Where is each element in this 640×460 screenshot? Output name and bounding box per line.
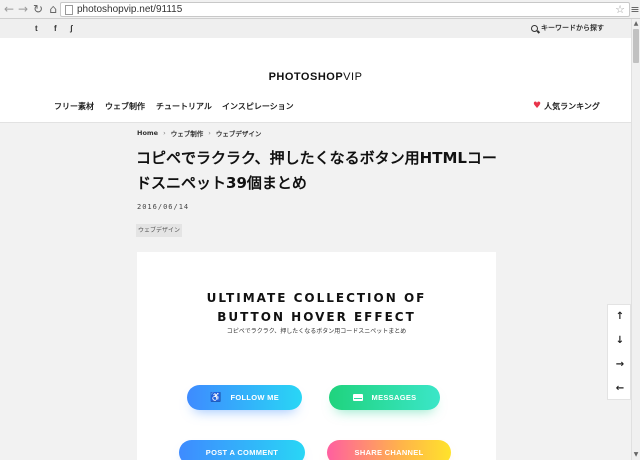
hero-heading-line2: BUTTON HOVER EFFECT — [217, 310, 416, 324]
category-tag[interactable]: ウェブデザイン — [136, 224, 182, 237]
breadcrumb-separator: › — [163, 129, 166, 137]
facebook-icon[interactable]: f — [54, 22, 57, 35]
url-text[interactable]: photoshopvip.net/91115 — [77, 4, 182, 16]
scrollbar-thumb[interactable] — [633, 29, 639, 63]
hero-image: ULTIMATE COLLECTION OF BUTTON HOVER EFFE… — [137, 252, 496, 460]
browser-toolbar: ← → ↻ ⌂ photoshopvip.net/91115 ☆ ≡ — [0, 0, 640, 19]
hero-heading: ULTIMATE COLLECTION OF BUTTON HOVER EFFE… — [137, 289, 496, 327]
floating-nav: ↑ ↓ → ← — [607, 304, 631, 400]
reload-icon[interactable]: ↻ — [31, 1, 45, 17]
hero-subtitle: コピペでラクラク、押したくなるボタン用コードスニペットまとめ — [226, 328, 407, 335]
breadcrumb-separator: › — [208, 129, 211, 137]
heart-icon: ♥ — [533, 101, 542, 111]
share-channel-label: SHARE CHANNEL — [354, 448, 424, 457]
nav-ranking[interactable]: ♥ 人気ランキング — [533, 101, 600, 112]
messages-button: MESSAGES — [329, 385, 440, 410]
rss-icon[interactable]: ʃ — [70, 22, 73, 35]
breadcrumb: Home › ウェブ制作 › ウェブデザイン — [137, 128, 261, 138]
breadcrumb-web-design[interactable]: ウェブデザイン — [216, 128, 262, 138]
post-comment-label: POST A COMMENT — [205, 448, 279, 457]
arrow-left-icon[interactable]: ← — [2, 1, 16, 17]
scroll-down-icon[interactable]: ▼ — [632, 450, 640, 460]
breadcrumb-home[interactable]: Home — [137, 129, 158, 137]
page-icon — [65, 5, 73, 15]
follow-me-label: FOLLOW ME — [230, 393, 280, 402]
search-icon — [531, 25, 538, 32]
arrow-left-icon[interactable]: ← — [608, 377, 631, 401]
follow-me-button: ♿ FOLLOW ME — [187, 385, 302, 410]
twitter-icon[interactable]: t — [35, 22, 38, 35]
arrow-right-icon[interactable]: → — [608, 353, 631, 377]
nav-inspiration[interactable]: インスピレーション — [222, 101, 294, 112]
keyword-search-link[interactable]: キーワードから探す — [531, 22, 604, 35]
article-title: コピペでラクラク、押したくなるボタン用HTMLコードスニペット39個まとめ — [136, 149, 497, 192]
vertical-scrollbar[interactable]: ▲ ▼ — [631, 19, 640, 460]
share-channel-button: SHARE CHANNEL — [327, 440, 451, 460]
nav-tutorial[interactable]: チュートリアル — [156, 101, 212, 112]
site-header: PHOTOSHOPVIP フリー素材 ウェブ制作 チュートリアル インスピレーシ… — [0, 38, 631, 123]
logo-bold: PHOTOSHOP — [268, 71, 344, 83]
star-icon[interactable]: ☆ — [615, 3, 625, 16]
hamburger-icon[interactable]: ≡ — [630, 2, 640, 17]
scroll-up-icon[interactable]: ▲ — [632, 19, 640, 29]
web-page: t f ʃ キーワードから探す PHOTOSHOPVIP フリー素材 ウェブ制作… — [0, 19, 631, 460]
site-logo[interactable]: PHOTOSHOPVIP — [0, 71, 631, 83]
article-date: 2016/06/14 — [137, 203, 190, 211]
arrow-right-icon[interactable]: → — [16, 1, 30, 17]
envelope-icon — [352, 394, 363, 401]
address-bar[interactable]: photoshopvip.net/91115 ☆ — [60, 2, 630, 17]
keyword-search-label: キーワードから探す — [541, 24, 604, 32]
breadcrumb-web-production[interactable]: ウェブ制作 — [171, 128, 204, 138]
logo-thin: VIP — [343, 71, 363, 83]
home-icon[interactable]: ⌂ — [46, 1, 60, 17]
ranking-label: 人気ランキング — [544, 102, 600, 111]
top-bar: t f ʃ キーワードから探す — [0, 19, 631, 38]
accessibility-icon: ♿ — [209, 392, 222, 402]
arrow-up-icon[interactable]: ↑ — [608, 305, 631, 329]
arrow-down-icon[interactable]: ↓ — [608, 329, 631, 353]
nav-web-production[interactable]: ウェブ制作 — [105, 101, 145, 112]
post-comment-button: POST A COMMENT — [179, 440, 305, 460]
nav-free-materials[interactable]: フリー素材 — [54, 101, 94, 112]
hero-heading-line1: ULTIMATE COLLECTION OF — [206, 291, 427, 305]
messages-label: MESSAGES — [371, 393, 417, 402]
